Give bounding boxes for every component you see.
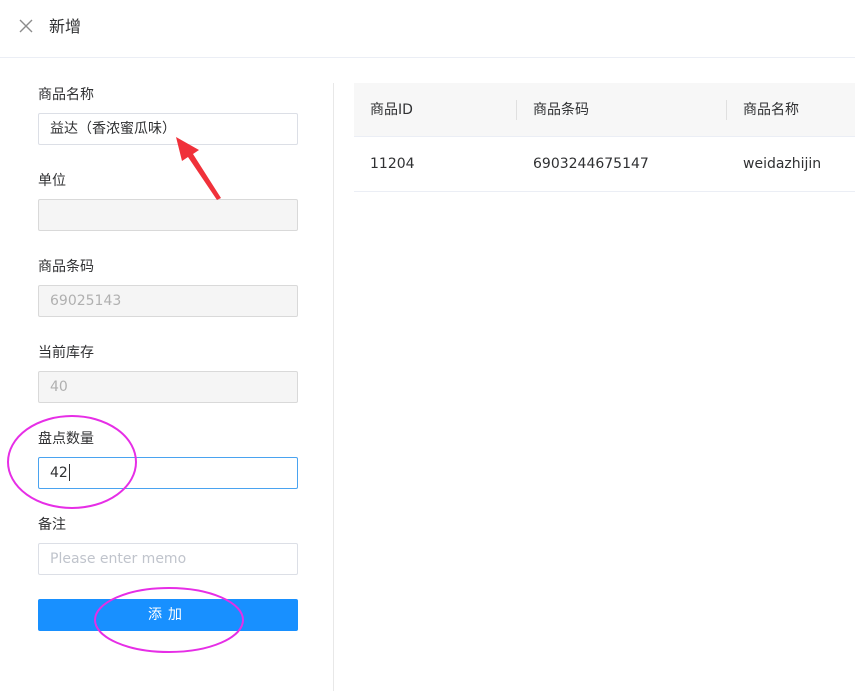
table-header: 商品ID 商品条码 商品名称 [354,83,855,137]
current-stock-input[interactable]: 40 [38,371,298,403]
unit-input[interactable] [38,199,298,231]
memo-label: 备注 [38,517,66,533]
close-button[interactable] [17,17,35,35]
drawer-header: 新增 [0,0,855,58]
drawer-title: 新增 [49,17,82,36]
column-header-product-id: 商品ID [370,102,413,118]
cell-barcode: 6903244675147 [533,156,649,172]
product-name-input[interactable]: 益达（香浓蜜瓜味） [38,113,298,145]
barcode-input[interactable]: 69025143 [38,285,298,317]
cell-product-id: 11204 [370,156,415,172]
annotation-arrow-icon [176,137,221,200]
table-row[interactable]: 11204 6903244675147 weidazhijin [354,137,855,192]
add-button[interactable]: 添加 [38,599,298,631]
cell-product-name: weidazhijin [743,156,822,172]
unit-label: 单位 [38,173,66,189]
column-header-product-name: 商品名称 [743,102,799,118]
barcode-label: 商品条码 [38,259,94,275]
column-header-barcode: 商品条码 [533,102,589,118]
current-stock-label: 当前库存 [38,345,94,361]
text-caret [68,463,70,481]
column-separator [516,100,517,120]
product-name-label: 商品名称 [38,87,94,103]
close-icon[interactable] [19,19,33,33]
panel-divider [333,83,334,691]
count-quantity-label: 盘点数量 [38,431,94,447]
memo-input[interactable]: Please enter memo [38,543,298,575]
column-separator [726,100,727,120]
count-quantity-value: 42 [50,465,68,481]
count-quantity-input[interactable]: 42 [38,457,298,489]
